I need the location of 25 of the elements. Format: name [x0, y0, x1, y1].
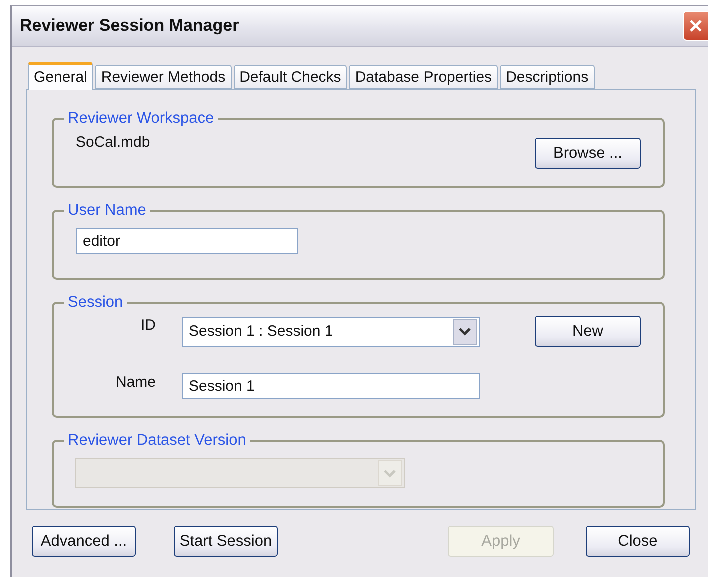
- user-name-field[interactable]: editor: [76, 228, 298, 254]
- window-title: Reviewer Session Manager: [20, 16, 240, 36]
- new-button[interactable]: New: [535, 316, 641, 347]
- chevron-down-icon: [384, 468, 396, 478]
- close-icon: [689, 19, 703, 33]
- dialog-button[interactable]: Start Session: [174, 526, 278, 557]
- field-label: Name: [114, 374, 157, 390]
- group-label: User Name: [67, 202, 148, 220]
- dialog-button[interactable]: Advanced ...: [32, 526, 136, 557]
- group-label: Session: [67, 294, 124, 312]
- session-id-dropdown[interactable]: Session 1 : Session 1: [182, 316, 480, 346]
- session-name-field[interactable]: Session 1: [182, 373, 480, 399]
- dialog-button[interactable]: Close: [586, 526, 690, 557]
- tab[interactable]: Default Checks: [234, 65, 348, 89]
- workspace-name: SoCal.mdb: [76, 134, 150, 151]
- group-label: Reviewer Workspace: [67, 110, 216, 128]
- close-button[interactable]: [683, 11, 708, 41]
- tab[interactable]: Descriptions: [500, 65, 595, 89]
- group-label: Reviewer Dataset Version: [67, 432, 248, 450]
- tab[interactable]: General: [28, 62, 94, 90]
- field-label: ID: [140, 316, 157, 334]
- tab[interactable]: Database Properties: [349, 65, 498, 89]
- tab[interactable]: Reviewer Methods: [95, 65, 232, 89]
- chevron-down-icon: [459, 327, 471, 336]
- browse-button[interactable]: Browse ...: [535, 138, 641, 169]
